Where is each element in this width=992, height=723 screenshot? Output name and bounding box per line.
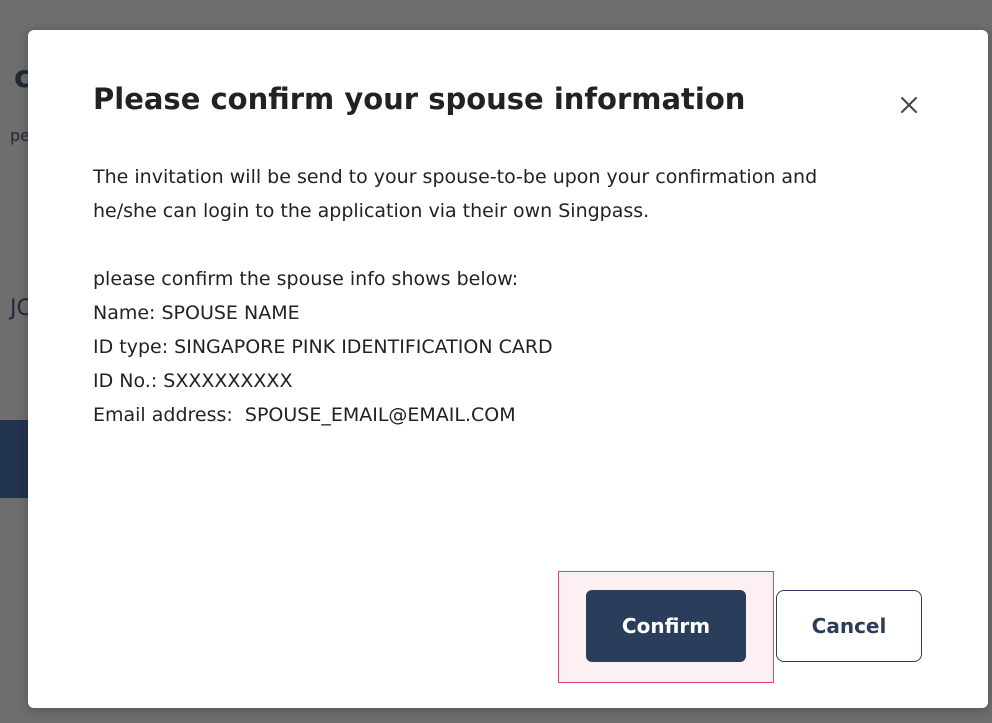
spouse-id-number: ID No.: SXXXXXXXXX [93, 370, 293, 392]
spouse-email: Email address: SPOUSE_EMAIL@EMAIL.COM [93, 404, 516, 426]
invitation-notice: The invitation will be send to your spou… [93, 166, 818, 222]
dialog-body: The invitation will be send to your spou… [93, 160, 873, 432]
confirm-spouse-dialog: Please confirm your spouse information T… [28, 30, 988, 708]
background-dark-bar [0, 420, 30, 498]
confirm-button[interactable]: Confirm [586, 590, 746, 662]
cancel-button[interactable]: Cancel [776, 590, 922, 662]
background-text-fragment: pe [10, 126, 30, 145]
spouse-id-type: ID type: SINGAPORE PINK IDENTIFICATION C… [93, 336, 553, 358]
spouse-name: Name: SPOUSE NAME [93, 302, 300, 324]
close-icon [901, 97, 917, 113]
close-button[interactable] [894, 90, 924, 120]
spouse-details: please confirm the spouse info shows bel… [93, 262, 873, 432]
details-lead: please confirm the spouse info shows bel… [93, 268, 519, 290]
dialog-title: Please confirm your spouse information [93, 82, 746, 116]
